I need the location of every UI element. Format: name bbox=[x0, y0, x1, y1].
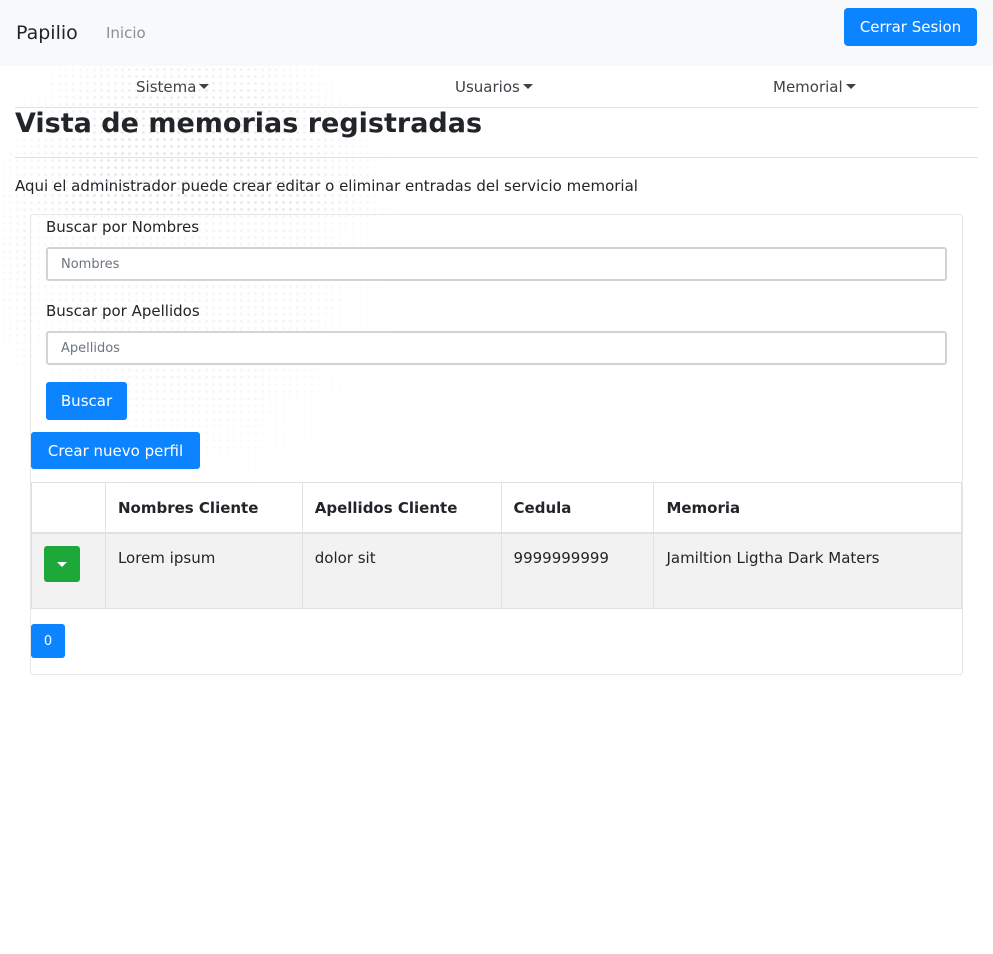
top-navbar: Papilio Inicio Cerrar Sesion bbox=[0, 0, 993, 66]
memorial-table: Nombres Cliente Apellidos Cliente Cedula… bbox=[31, 482, 962, 609]
section-menu-bar: Sistema Usuarios Memorial bbox=[15, 66, 978, 108]
column-header-nombres: Nombres Cliente bbox=[104, 482, 303, 534]
brand-logo[interactable]: Papilio bbox=[16, 21, 78, 45]
nav-link-inicio[interactable]: Inicio bbox=[106, 23, 146, 43]
page-title: Vista de memorias registradas bbox=[15, 108, 483, 139]
search-names-input[interactable] bbox=[46, 247, 947, 281]
search-button[interactable]: Buscar bbox=[46, 382, 127, 420]
column-header-memoria: Memoria bbox=[653, 482, 962, 534]
row-actions-dropdown-button[interactable] bbox=[44, 546, 80, 582]
chevron-down-icon bbox=[845, 84, 856, 89]
caret-down-icon bbox=[57, 561, 67, 567]
logout-button[interactable]: Cerrar Sesion bbox=[844, 8, 977, 46]
pagination-page-button[interactable]: 0 bbox=[31, 624, 65, 658]
actions-cell bbox=[31, 532, 106, 609]
search-surnames-input[interactable] bbox=[46, 331, 947, 365]
menu-item-usuarios[interactable]: Usuarios bbox=[455, 77, 533, 97]
chevron-down-icon bbox=[199, 84, 210, 89]
cell-memoria: Jamiltion Ligtha Dark Maters bbox=[653, 532, 962, 609]
create-profile-button[interactable]: Crear nuevo perfil bbox=[31, 432, 200, 469]
cell-cedula: 9999999999 bbox=[500, 532, 655, 609]
title-divider bbox=[15, 157, 978, 158]
cell-nombres: Lorem ipsum bbox=[104, 532, 303, 609]
menu-item-label: Memorial bbox=[773, 78, 843, 96]
menu-item-label: Sistema bbox=[136, 78, 197, 96]
menu-item-memorial[interactable]: Memorial bbox=[773, 77, 856, 97]
cell-apellidos: dolor sit bbox=[301, 532, 502, 609]
column-header-cedula: Cedula bbox=[500, 482, 655, 534]
menu-item-sistema[interactable]: Sistema bbox=[136, 77, 210, 97]
search-names-label: Buscar por Nombres bbox=[46, 218, 200, 236]
page-description: Aqui el administrador puede crear editar… bbox=[15, 177, 638, 195]
column-header-actions bbox=[31, 482, 106, 534]
chevron-down-icon bbox=[522, 84, 533, 89]
menu-item-label: Usuarios bbox=[455, 78, 520, 96]
search-surnames-label: Buscar por Apellidos bbox=[46, 302, 200, 320]
column-header-apellidos: Apellidos Cliente bbox=[301, 482, 502, 534]
table-row: Lorem ipsum dolor sit 9999999999 Jamilti… bbox=[31, 532, 962, 609]
table-header-row: Nombres Cliente Apellidos Cliente Cedula… bbox=[31, 482, 962, 534]
